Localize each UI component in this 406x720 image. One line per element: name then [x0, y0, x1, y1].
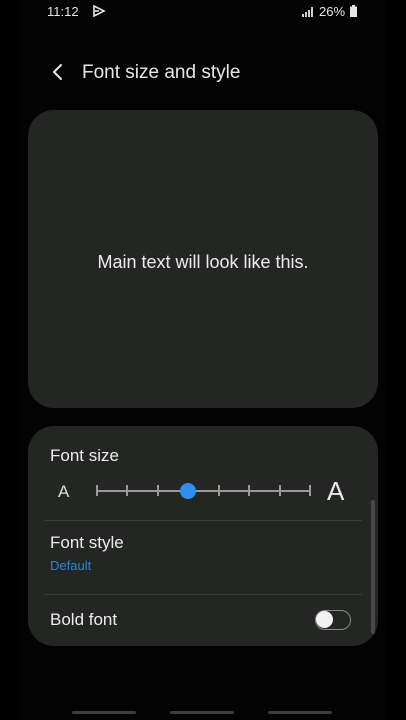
slider-tick [309, 485, 311, 496]
cast-icon [93, 5, 106, 17]
slider-thumb[interactable] [180, 483, 197, 499]
scrollbar[interactable] [371, 500, 375, 634]
bold-font-row[interactable]: Bold font [28, 595, 378, 646]
font-style-value: Default [50, 558, 92, 573]
font-style-label: Font style [50, 533, 124, 552]
slider-tick [217, 485, 220, 496]
header: Font size and style [20, 50, 386, 94]
battery-icon [350, 5, 357, 17]
bold-font-label: Bold font [50, 610, 118, 629]
preview-card: Main text will look like this. [28, 110, 378, 408]
screen: 11:12 26% Font size and style Main text … [20, 0, 386, 720]
font-style-row[interactable]: Font style Default [28, 521, 378, 593]
bold-font-toggle[interactable] [315, 610, 351, 630]
chevron-left-icon[interactable] [48, 62, 68, 82]
preview-text: Main text will look like this. [97, 252, 309, 272]
signal-icon [302, 7, 313, 17]
font-size-slider[interactable] [96, 478, 311, 504]
slider-tick [96, 485, 98, 496]
font-size-small-glyph: A [58, 482, 70, 501]
font-size-large-glyph: A [327, 476, 345, 506]
nav-back-handle[interactable] [268, 711, 332, 714]
status-bar: 11:12 26% [20, 0, 386, 24]
slider-tick [278, 485, 281, 496]
slider-tick [248, 485, 251, 496]
nav-home-handle[interactable] [170, 711, 234, 714]
status-time: 11:12 [47, 4, 79, 19]
settings-card: Font size A A Font style Default Bold fo… [28, 426, 378, 646]
nav-recents-handle[interactable] [72, 711, 136, 714]
battery-percentage: 26% [319, 4, 346, 19]
slider-tick [126, 485, 129, 496]
slider-tick [156, 485, 159, 496]
font-size-label: Font size [50, 446, 119, 465]
toggle-knob [316, 611, 333, 628]
page-title: Font size and style [82, 62, 241, 83]
